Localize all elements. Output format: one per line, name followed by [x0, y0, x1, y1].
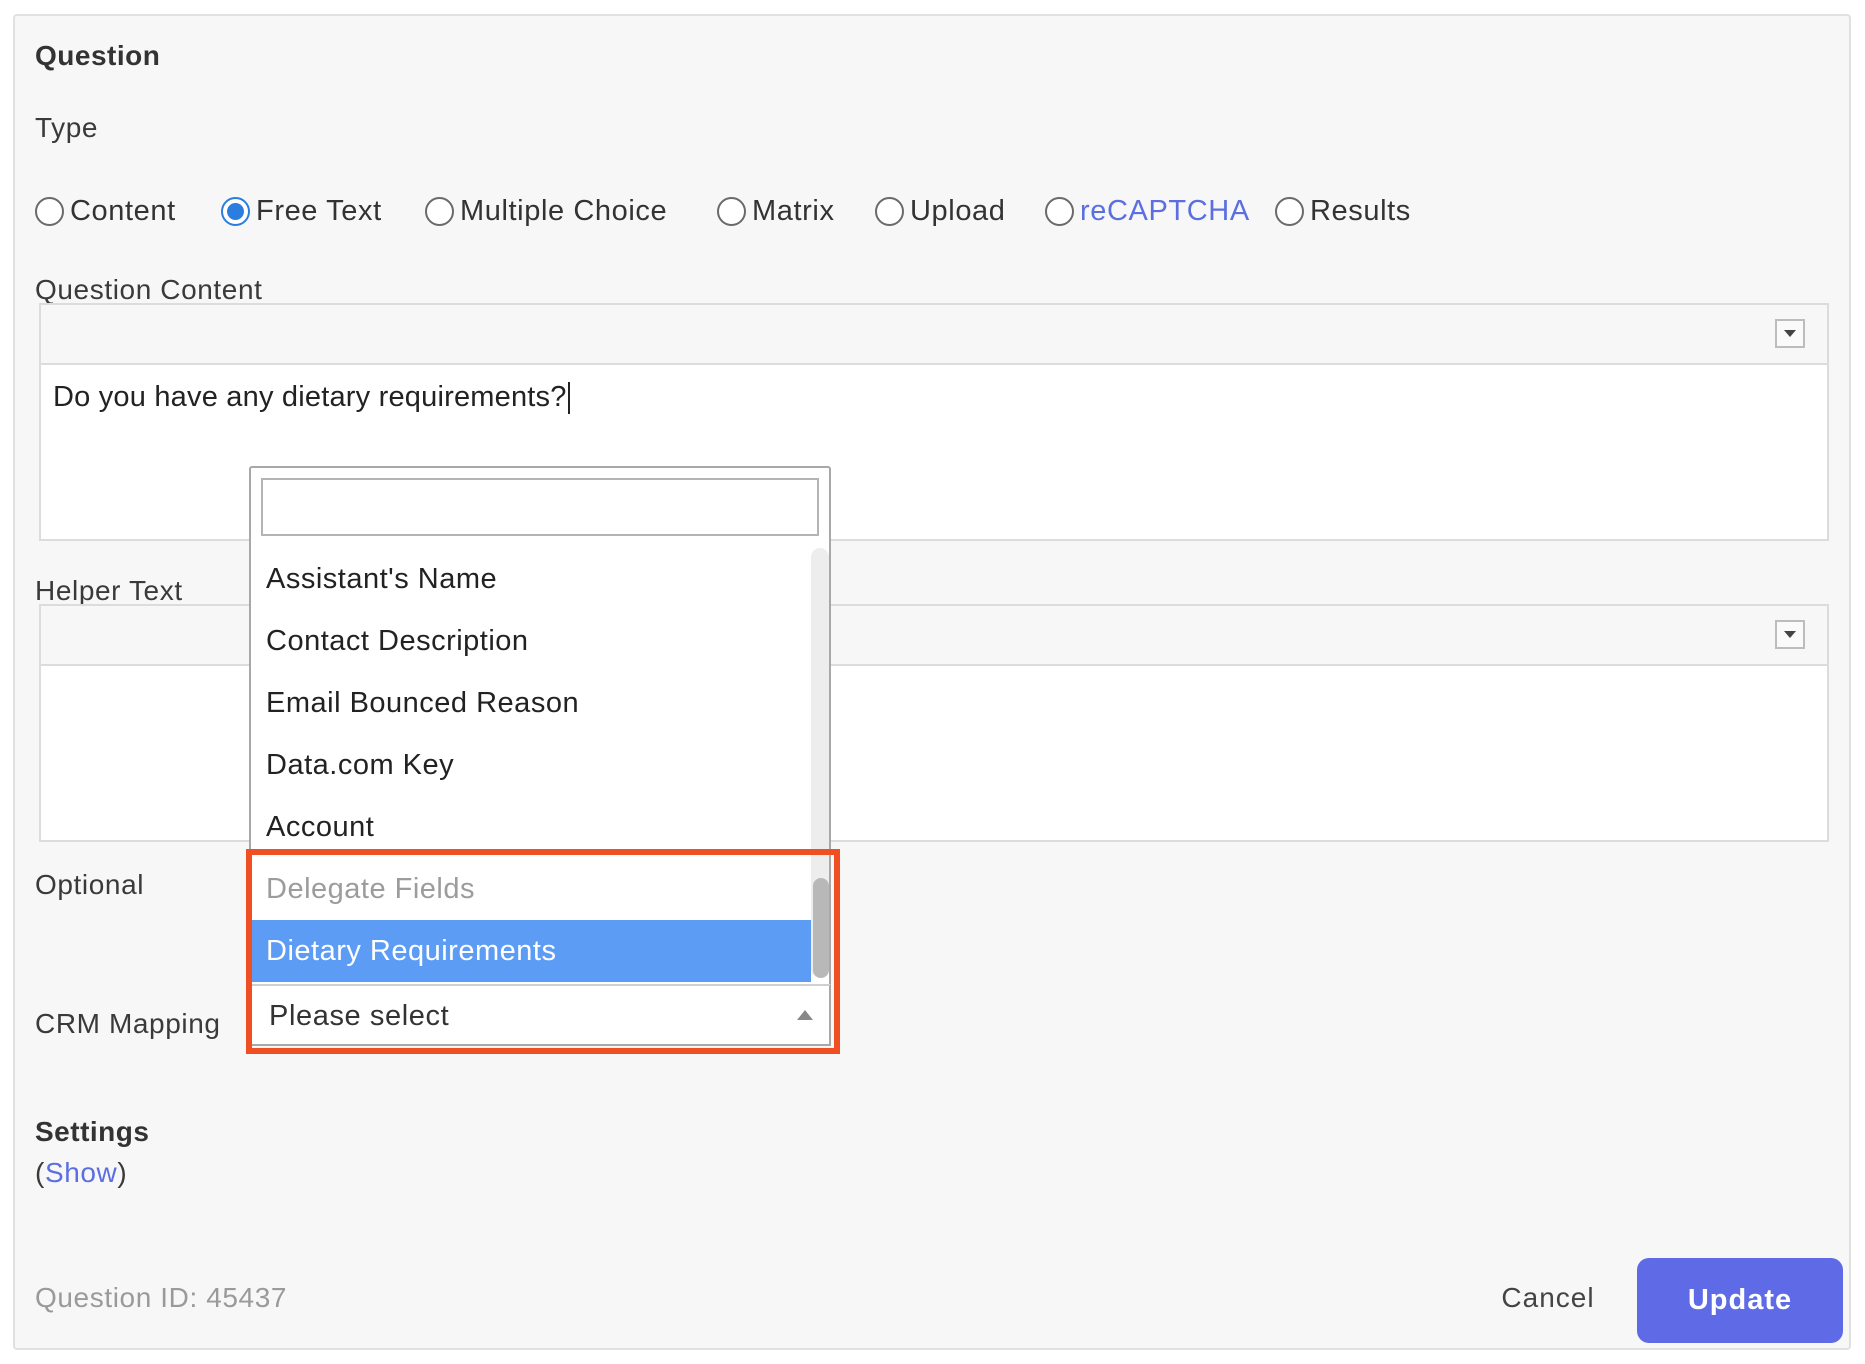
- radio-multiple-choice[interactable]: Multiple Choice: [425, 191, 667, 231]
- radio-circle-icon: [717, 196, 746, 226]
- settings-heading: Settings: [35, 1116, 150, 1147]
- question-content-text[interactable]: Do you have any dietary requirements?: [53, 381, 570, 415]
- helper-text-label: Helper Text: [35, 575, 183, 606]
- optional-label: Optional: [35, 869, 145, 900]
- text-cursor: [567, 382, 570, 415]
- caret-down-icon: [1784, 330, 1796, 337]
- radio-upload[interactable]: Upload: [875, 191, 1006, 231]
- dropdown-scrollbar-thumb[interactable]: [813, 878, 829, 978]
- radio-free-text[interactable]: Free Text: [221, 191, 382, 231]
- caret-up-icon: [797, 1010, 813, 1020]
- open-paren: (: [35, 1157, 45, 1188]
- radio-free-text-label: Free Text: [256, 194, 382, 227]
- radio-results-label: Results: [1310, 194, 1411, 227]
- radio-circle-icon: [35, 196, 64, 226]
- radio-upload-label: Upload: [910, 194, 1006, 227]
- dropdown-option[interactable]: Assistant's Name: [251, 548, 811, 610]
- question-heading: Question: [35, 40, 161, 71]
- dropdown-option[interactable]: Contact Description: [251, 610, 811, 672]
- question-content-label: Question Content: [35, 274, 263, 305]
- dropdown-search-input[interactable]: [261, 478, 819, 536]
- close-paren: ): [117, 1157, 128, 1188]
- radio-results[interactable]: Results: [1275, 191, 1411, 231]
- crm-mapping-label: CRM Mapping: [35, 1008, 221, 1039]
- update-button[interactable]: Update: [1637, 1258, 1843, 1343]
- settings-show-link[interactable]: Show: [45, 1157, 117, 1188]
- crm-mapping-dropdown: Assistant's Name Contact Description Ema…: [249, 466, 831, 1046]
- radio-content[interactable]: Content: [35, 191, 176, 231]
- radio-matrix-label: Matrix: [752, 194, 835, 227]
- toolbar-dropdown-button[interactable]: [1775, 620, 1805, 649]
- radio-recaptcha[interactable]: reCAPTCHA: [1045, 191, 1250, 231]
- settings-toggle: (Show): [35, 1157, 127, 1189]
- question-content-value: Do you have any dietary requirements?: [53, 381, 567, 413]
- radio-circle-icon: [1275, 196, 1304, 226]
- editor-toolbar: [41, 305, 1827, 365]
- crm-mapping-select-value: Please select: [269, 1000, 450, 1032]
- dropdown-option[interactable]: Account: [251, 796, 811, 858]
- radio-circle-icon: [875, 196, 904, 226]
- caret-down-icon: [1784, 631, 1796, 638]
- dropdown-option-selected[interactable]: Dietary Requirements: [251, 920, 811, 982]
- radio-multiple-choice-label: Multiple Choice: [460, 194, 668, 227]
- radio-matrix[interactable]: Matrix: [717, 191, 835, 231]
- dropdown-option[interactable]: Email Bounced Reason: [251, 672, 811, 734]
- dropdown-group-header: Delegate Fields: [266, 873, 475, 905]
- dropdown-option[interactable]: Data.com Key: [251, 734, 811, 796]
- dropdown-options-list: Assistant's Name Contact Description Ema…: [251, 548, 811, 982]
- radio-recaptcha-label[interactable]: reCAPTCHA: [1080, 195, 1250, 228]
- cancel-button[interactable]: Cancel: [1493, 1278, 1603, 1318]
- crm-mapping-select[interactable]: Please select: [249, 984, 831, 1046]
- radio-checked-icon: [221, 196, 250, 226]
- type-label: Type: [35, 112, 99, 143]
- question-id: Question ID: 45437: [35, 1282, 288, 1313]
- radio-content-label: Content: [70, 194, 176, 227]
- radio-circle-icon: [1045, 196, 1074, 226]
- radio-circle-icon: [425, 196, 454, 226]
- toolbar-dropdown-button[interactable]: [1775, 319, 1805, 348]
